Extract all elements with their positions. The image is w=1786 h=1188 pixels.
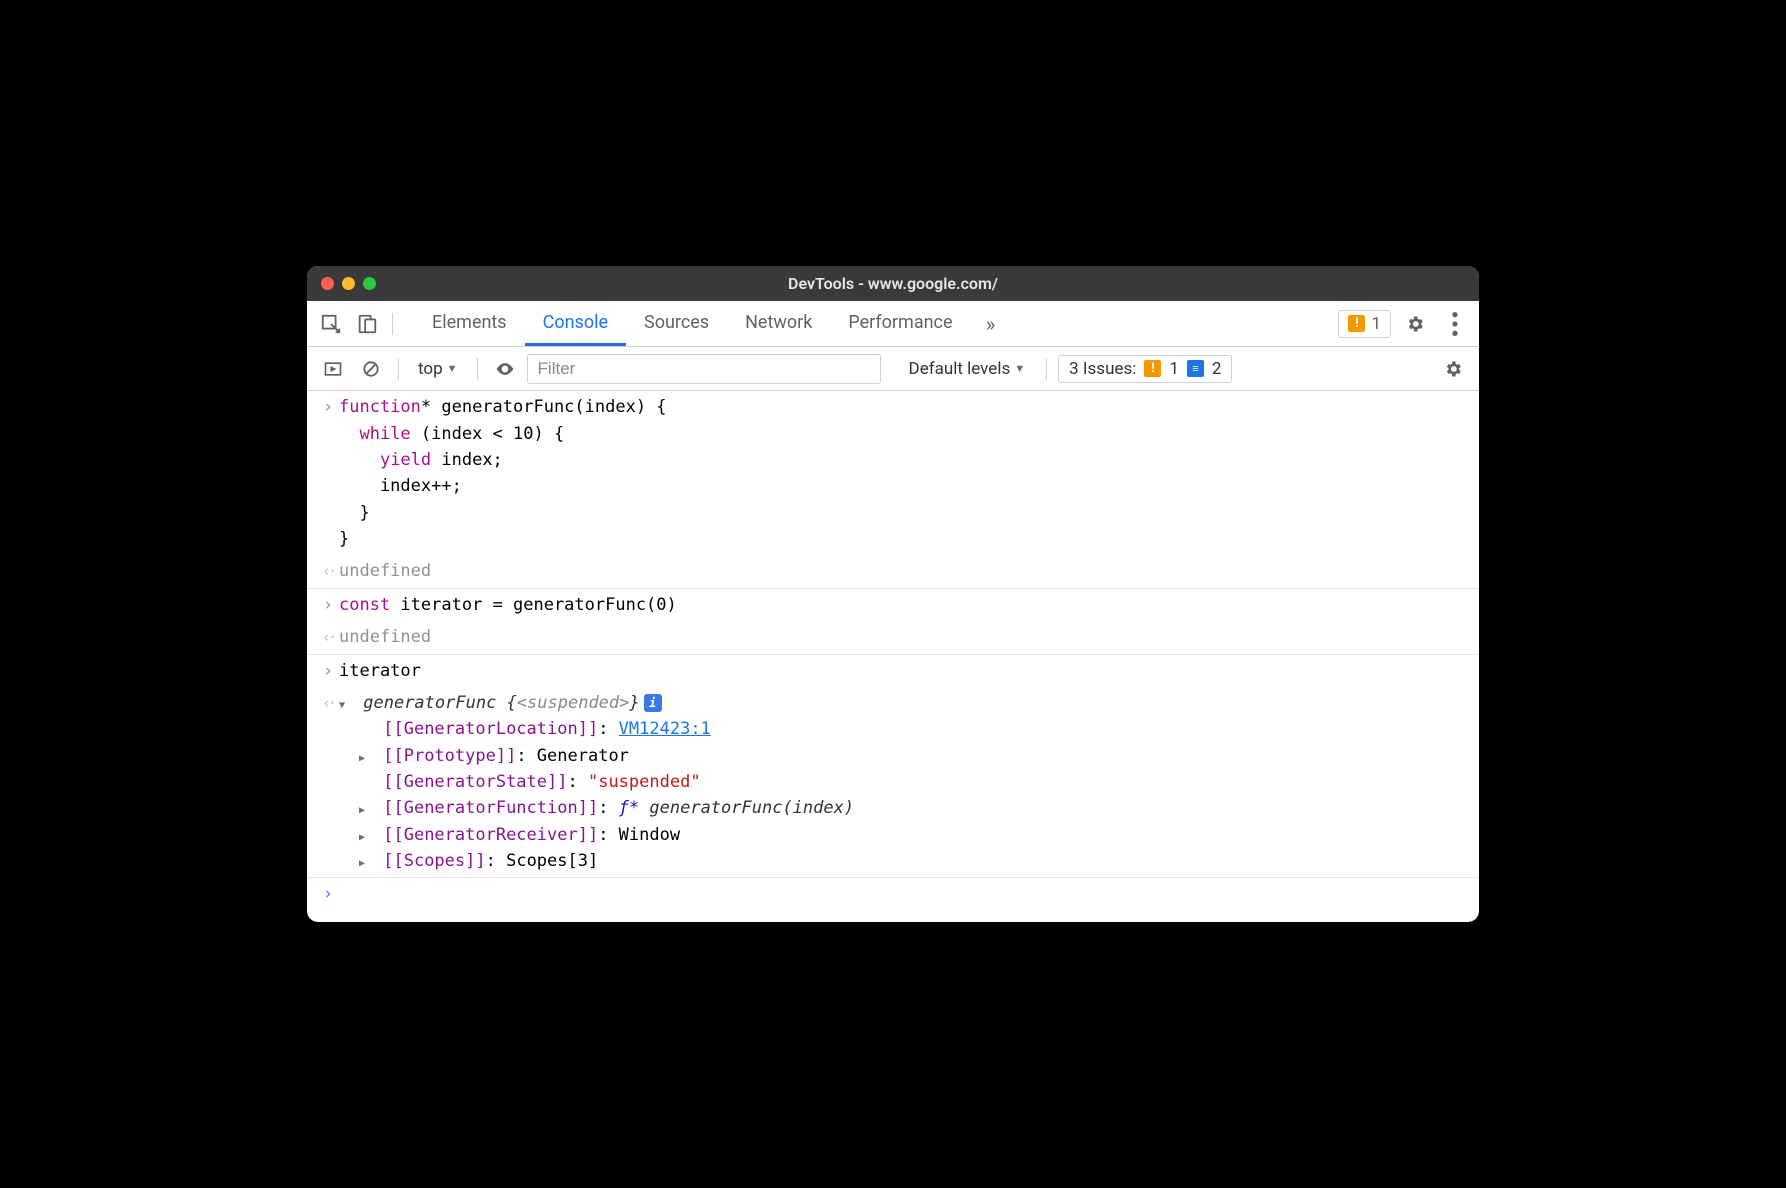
log-content[interactable]: function* generatorFunc(index) { while (… (339, 394, 1469, 552)
issues-warn-count: 1 (1169, 359, 1179, 379)
levels-label: Default levels (909, 359, 1011, 379)
console-row: undefined (307, 621, 1479, 654)
object-summary[interactable]: generatorFunc (363, 693, 506, 713)
titlebar: DevTools - www.google.com/ (307, 266, 1479, 301)
console-row (307, 878, 1479, 921)
expand-toggle-icon[interactable] (359, 853, 373, 872)
log-content[interactable]: undefined (339, 624, 1469, 650)
tabs-list: Elements Console Sources Network Perform… (414, 301, 971, 346)
info-icon[interactable]: i (644, 694, 662, 712)
object-property-row[interactable]: [[GeneratorReceiver]]: Window (339, 825, 680, 845)
kebab-menu-icon[interactable] (1439, 308, 1471, 340)
divider (1046, 358, 1047, 380)
object-property-row[interactable]: [[Scopes]]: Scopes[3] (339, 851, 598, 871)
property-key: [[Scopes]] (383, 851, 485, 871)
expand-toggle-icon[interactable] (339, 695, 353, 714)
output-chevron-icon (317, 690, 339, 874)
tab-performance[interactable]: Performance (830, 301, 970, 346)
sidebar-toggle-icon[interactable] (317, 353, 349, 385)
device-toolbar-icon[interactable] (351, 308, 383, 340)
output-chevron-icon (317, 558, 339, 584)
property-key: [[GeneratorFunction]] (383, 798, 598, 818)
prompt-chevron-icon (317, 881, 339, 907)
log-levels-select[interactable]: Default levels ▼ (899, 356, 1036, 382)
property-key: [[GeneratorLocation]] (383, 719, 598, 739)
warning-icon: ! (1144, 360, 1161, 377)
warning-count: 1 (1371, 314, 1381, 334)
log-content[interactable]: const iterator = generatorFunc(0) (339, 592, 1469, 618)
issues-label: 3 Issues: (1069, 359, 1136, 379)
context-label: top (418, 359, 443, 379)
object-property-row[interactable]: [[Prototype]]: Generator (339, 746, 629, 766)
property-key: [[GeneratorState]] (383, 772, 567, 792)
console-row: iterator (307, 655, 1479, 687)
context-select[interactable]: top ▼ (410, 356, 466, 382)
tab-sources[interactable]: Sources (626, 301, 727, 346)
output-chevron-icon (317, 624, 339, 650)
maximize-window-button[interactable] (363, 277, 376, 290)
log-content[interactable]: undefined (339, 558, 1469, 584)
warnings-badge[interactable]: ! 1 (1338, 310, 1391, 338)
window-title: DevTools - www.google.com/ (307, 274, 1479, 293)
minimize-window-button[interactable] (342, 277, 355, 290)
warning-icon: ! (1348, 315, 1365, 332)
tabs-bar: Elements Console Sources Network Perform… (307, 301, 1479, 347)
clear-console-icon[interactable] (355, 353, 387, 385)
object-property-row[interactable]: [[GeneratorState]]: "suspended" (339, 772, 701, 792)
log-content[interactable]: generatorFunc {<suspended>}i [[Generator… (339, 690, 1469, 874)
console-settings-gear-icon[interactable] (1437, 353, 1469, 385)
undefined-value: undefined (339, 627, 431, 647)
chevron-down-icon: ▼ (447, 362, 458, 375)
console-row: function* generatorFunc(index) { while (… (307, 391, 1479, 555)
console-row: undefined (307, 555, 1479, 588)
divider (392, 313, 393, 335)
divider (477, 358, 478, 380)
console-toolbar: top ▼ Default levels ▼ 3 Issues: ! 1 ≡ 2 (307, 347, 1479, 391)
info-icon: ≡ (1187, 360, 1204, 377)
property-value: Scopes[3] (506, 851, 598, 871)
input-chevron-icon (317, 394, 339, 552)
settings-gear-icon[interactable] (1399, 308, 1431, 340)
tab-network[interactable]: Network (727, 301, 830, 346)
object-property-row[interactable]: [[GeneratorLocation]]: VM12423:1 (339, 719, 711, 739)
traffic-lights (321, 277, 376, 290)
property-value: Generator (537, 746, 629, 766)
property-value: Window (619, 825, 680, 845)
undefined-value: undefined (339, 561, 431, 581)
property-key: [[Prototype]] (383, 746, 516, 766)
close-window-button[interactable] (321, 277, 334, 290)
property-value: "suspended" (588, 772, 701, 792)
property-value[interactable]: VM12423:1 (619, 719, 711, 739)
expand-toggle-icon[interactable] (359, 748, 373, 767)
log-content[interactable]: iterator (339, 658, 1469, 684)
tab-elements[interactable]: Elements (414, 301, 525, 346)
property-value: ƒ* generatorFunc(index) (619, 798, 854, 818)
object-property-row[interactable]: [[GeneratorFunction]]: ƒ* generatorFunc(… (339, 798, 854, 818)
expand-toggle-icon[interactable] (359, 827, 373, 846)
filter-input[interactable] (527, 354, 881, 384)
expand-toggle-icon[interactable] (359, 800, 373, 819)
divider (398, 358, 399, 380)
console-output: function* generatorFunc(index) { while (… (307, 391, 1479, 921)
inspect-element-icon[interactable] (315, 308, 347, 340)
issues-badge[interactable]: 3 Issues: ! 1 ≡ 2 (1058, 355, 1232, 383)
console-prompt-input[interactable] (339, 881, 1469, 907)
tab-console[interactable]: Console (525, 301, 626, 346)
input-chevron-icon (317, 658, 339, 684)
live-expression-icon[interactable] (489, 353, 521, 385)
devtools-window: DevTools - www.google.com/ Elements Cons… (307, 266, 1479, 921)
console-row: generatorFunc {<suspended>}i [[Generator… (307, 687, 1479, 878)
more-tabs-icon[interactable]: » (975, 312, 1007, 336)
property-key: [[GeneratorReceiver]] (383, 825, 598, 845)
issues-info-count: 2 (1212, 359, 1222, 379)
chevron-down-icon: ▼ (1014, 362, 1025, 375)
console-row: const iterator = generatorFunc(0) (307, 589, 1479, 621)
input-chevron-icon (317, 592, 339, 618)
